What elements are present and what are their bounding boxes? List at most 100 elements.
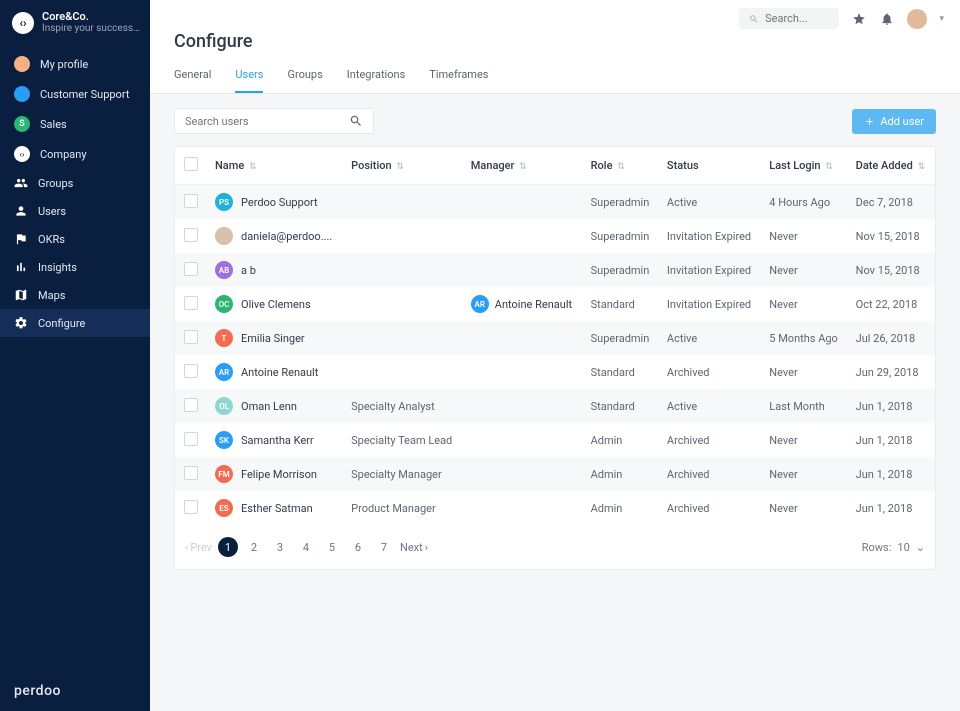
cell-status: Invitation Expired bbox=[659, 253, 761, 287]
page-2[interactable]: 2 bbox=[244, 537, 264, 557]
cell-last-login: Never bbox=[761, 287, 847, 321]
sidebar-item-insights[interactable]: Insights bbox=[0, 253, 150, 281]
chevron-down-icon[interactable]: ▾ bbox=[939, 14, 944, 24]
cell-manager: ARAntoine Renault bbox=[463, 287, 583, 321]
chevron-down-icon: ⌄ bbox=[916, 541, 925, 554]
page-6[interactable]: 6 bbox=[348, 537, 368, 557]
tab-general[interactable]: General bbox=[174, 68, 211, 93]
cell-last-login: Never bbox=[761, 355, 847, 389]
cell-manager bbox=[463, 491, 583, 525]
global-search-input[interactable] bbox=[765, 12, 829, 25]
column-header-role[interactable]: Role ⇅ bbox=[583, 147, 659, 185]
user-avatar[interactable] bbox=[907, 9, 927, 29]
table-row[interactable]: TEmilia SingerSuperadminActive5 Months A… bbox=[175, 321, 935, 355]
cell-date-added: Jun 1, 2018 bbox=[848, 423, 935, 457]
rows-per-page[interactable]: Rows: 10 ⌄ bbox=[862, 541, 925, 554]
table-row[interactable]: ESEsther SatmanProduct ManagerAdminArchi… bbox=[175, 491, 935, 525]
sidebar-item-label: Users bbox=[38, 205, 66, 218]
column-header-name[interactable]: Name ⇅ bbox=[207, 147, 343, 185]
page-5[interactable]: 5 bbox=[322, 537, 342, 557]
page-7[interactable]: 7 bbox=[374, 537, 394, 557]
row-checkbox[interactable] bbox=[184, 194, 198, 208]
column-header-manager[interactable]: Manager ⇅ bbox=[463, 147, 583, 185]
column-header-last-login[interactable]: Last Login ⇅ bbox=[761, 147, 847, 185]
sidebar-item-maps[interactable]: Maps bbox=[0, 281, 150, 309]
table-row[interactable]: FMFelipe MorrisonSpecialty ManagerAdminA… bbox=[175, 457, 935, 491]
bell-icon[interactable] bbox=[879, 11, 895, 27]
content: Add user Name ⇅Position ⇅Manager ⇅Role ⇅… bbox=[150, 94, 960, 711]
row-checkbox[interactable] bbox=[184, 364, 198, 378]
sidebar: ‹› Core&Co. Inspire your success ... My … bbox=[0, 0, 150, 711]
sidebar-item-users[interactable]: Users bbox=[0, 197, 150, 225]
brand-logo-icon: ‹› bbox=[12, 12, 34, 34]
user-name: Esther Satman bbox=[241, 502, 313, 515]
cell-date-added: Oct 22, 2018 bbox=[848, 287, 935, 321]
select-all-checkbox[interactable] bbox=[184, 157, 198, 171]
row-checkbox[interactable] bbox=[184, 228, 198, 242]
map-icon bbox=[14, 288, 28, 302]
search-users[interactable] bbox=[174, 108, 374, 134]
next-page[interactable]: Next › bbox=[400, 541, 428, 554]
table-row[interactable]: OLOman LennSpecialty AnalystStandardActi… bbox=[175, 389, 935, 423]
page-3[interactable]: 3 bbox=[270, 537, 290, 557]
page-header: Configure bbox=[150, 29, 960, 52]
sidebar-item-company[interactable]: ‹›Company bbox=[0, 139, 150, 169]
search-users-input[interactable] bbox=[185, 115, 349, 128]
column-header-date-added[interactable]: Date Added ⇅ bbox=[848, 147, 935, 185]
user-name: Olive Clemens bbox=[241, 298, 311, 311]
cell-role: Superadmin bbox=[583, 321, 659, 355]
sidebar-item-label: Maps bbox=[38, 289, 65, 302]
plus-icon bbox=[864, 116, 875, 127]
tab-integrations[interactable]: Integrations bbox=[347, 68, 405, 93]
avatar: AR bbox=[215, 363, 233, 381]
sidebar-item-groups[interactable]: Groups bbox=[0, 169, 150, 197]
tab-users[interactable]: Users bbox=[235, 68, 263, 93]
avatar: T bbox=[215, 329, 233, 347]
cell-date-added: Dec 7, 2018 bbox=[848, 185, 935, 220]
cell-role: Admin bbox=[583, 423, 659, 457]
page-4[interactable]: 4 bbox=[296, 537, 316, 557]
add-user-button[interactable]: Add user bbox=[852, 109, 936, 134]
cell-position bbox=[343, 219, 463, 253]
row-checkbox[interactable] bbox=[184, 500, 198, 514]
global-search[interactable] bbox=[739, 8, 839, 29]
row-checkbox[interactable] bbox=[184, 432, 198, 446]
cell-date-added: Jul 26, 2018 bbox=[848, 321, 935, 355]
cell-position: Specialty Manager bbox=[343, 457, 463, 491]
avatar: ES bbox=[215, 499, 233, 517]
cell-role: Standard bbox=[583, 389, 659, 423]
tab-timeframes[interactable]: Timeframes bbox=[429, 68, 488, 93]
user-name: daniela@perdoo.... bbox=[241, 230, 332, 243]
row-checkbox[interactable] bbox=[184, 296, 198, 310]
cell-status: Archived bbox=[659, 457, 761, 491]
brand[interactable]: ‹› Core&Co. Inspire your success ... bbox=[0, 0, 150, 49]
search-icon bbox=[749, 13, 759, 25]
sidebar-item-okrs[interactable]: OKRs bbox=[0, 225, 150, 253]
cell-position bbox=[343, 287, 463, 321]
sidebar-item-customer-support[interactable]: Customer Support bbox=[0, 79, 150, 109]
sidebar-item-label: Company bbox=[40, 148, 87, 161]
row-checkbox[interactable] bbox=[184, 330, 198, 344]
table-row[interactable]: daniela@perdoo....SuperadminInvitation E… bbox=[175, 219, 935, 253]
tab-groups[interactable]: Groups bbox=[287, 68, 322, 93]
table-row[interactable]: ABa bSuperadminInvitation ExpiredNeverNo… bbox=[175, 253, 935, 287]
table-row[interactable]: OCOlive ClemensARAntoine RenaultStandard… bbox=[175, 287, 935, 321]
chevron-left-icon: ‹ bbox=[185, 541, 188, 554]
cell-manager bbox=[463, 355, 583, 389]
table-row[interactable]: PSPerdoo SupportSuperadminActive4 Hours … bbox=[175, 185, 935, 220]
row-checkbox[interactable] bbox=[184, 466, 198, 480]
column-header-position[interactable]: Position ⇅ bbox=[343, 147, 463, 185]
cell-position: Specialty Analyst bbox=[343, 389, 463, 423]
sidebar-item-my-profile[interactable]: My profile bbox=[0, 49, 150, 79]
sidebar-item-sales[interactable]: SSales bbox=[0, 109, 150, 139]
page-1[interactable]: 1 bbox=[218, 537, 238, 557]
sidebar-item-configure[interactable]: Configure bbox=[0, 309, 150, 337]
row-checkbox[interactable] bbox=[184, 262, 198, 276]
sidebar-item-label: OKRs bbox=[38, 233, 65, 246]
brand-tagline: Inspire your success ... bbox=[42, 23, 142, 35]
page-title: Configure bbox=[174, 31, 936, 52]
star-icon[interactable] bbox=[851, 11, 867, 27]
table-row[interactable]: ARAntoine RenaultStandardArchivedNeverJu… bbox=[175, 355, 935, 389]
table-row[interactable]: SKSamantha KerrSpecialty Team LeadAdminA… bbox=[175, 423, 935, 457]
row-checkbox[interactable] bbox=[184, 398, 198, 412]
